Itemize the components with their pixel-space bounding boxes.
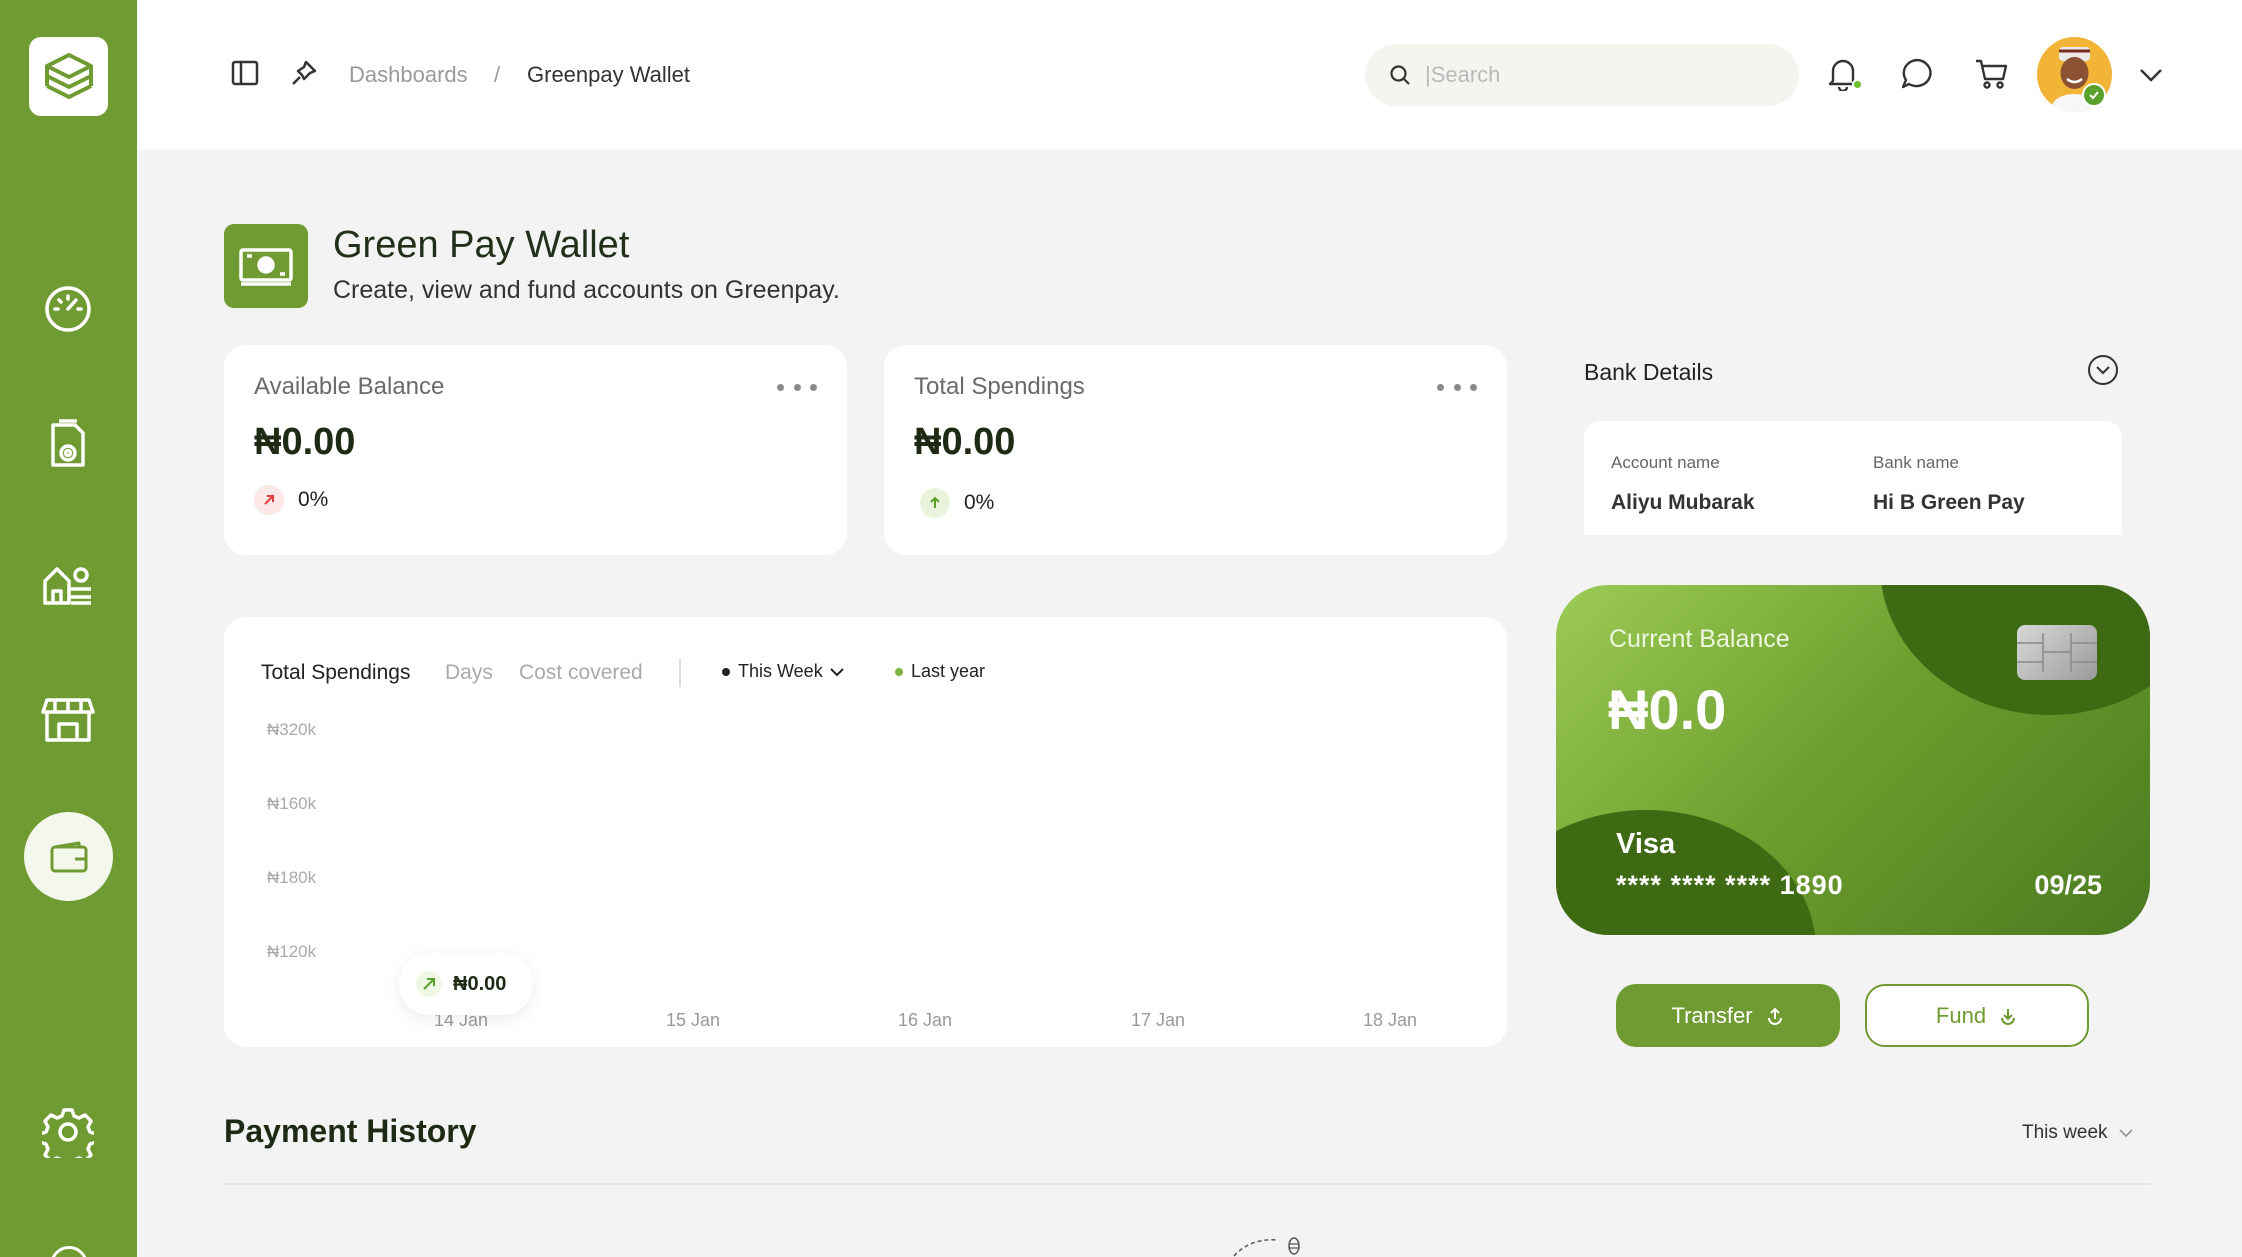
- tab-cost-covered[interactable]: Cost covered: [519, 661, 643, 685]
- divider: [224, 1183, 2150, 1185]
- transfer-label: Transfer: [1671, 1002, 1753, 1028]
- card-brand: Visa: [1616, 828, 1676, 860]
- chevron-down-icon: [829, 667, 844, 676]
- fund-button[interactable]: Fund: [1865, 984, 2089, 1047]
- tab-days[interactable]: Days: [445, 661, 493, 685]
- empty-state-bee-icon: [1233, 1237, 1300, 1257]
- card-balance-label: Current Balance: [1609, 625, 1790, 653]
- trend-up-icon: [416, 971, 442, 997]
- stat-trend: 0%: [920, 488, 994, 518]
- search-input[interactable]: [1425, 62, 1765, 88]
- pin-icon[interactable]: [289, 58, 319, 88]
- app-logo-icon[interactable]: [29, 37, 108, 116]
- breadcrumb-current: Greenpay Wallet: [527, 62, 691, 87]
- stat-change: 0%: [964, 491, 995, 514]
- help-icon[interactable]: [50, 1246, 88, 1257]
- wallet-icon[interactable]: [24, 812, 113, 901]
- payment-history-title: Payment History: [224, 1113, 477, 1149]
- legend-last-year: Last year: [895, 661, 985, 682]
- breadcrumb-parent[interactable]: Dashboards: [349, 62, 468, 88]
- settings-document-icon[interactable]: [38, 415, 98, 475]
- page-subtitle: Create, view and fund accounts on Greenp…: [333, 276, 840, 304]
- cart-icon[interactable]: [1973, 56, 2009, 92]
- messages-icon[interactable]: [1899, 56, 1935, 92]
- y-tick: ₦320k: [267, 720, 317, 739]
- stat-value: ₦0.00: [914, 421, 1016, 463]
- stat-value: ₦0.00: [254, 421, 356, 463]
- bank-name-value: Hi B Green Pay: [1873, 491, 2025, 514]
- cash-icon: [224, 224, 308, 308]
- tab-divider: [679, 659, 681, 687]
- notification-bell-icon[interactable]: [1825, 56, 1863, 92]
- verified-badge-icon: [2082, 83, 2106, 107]
- x-tick: 15 Jan: [666, 1010, 721, 1030]
- chevron-down-icon: [2118, 1129, 2133, 1138]
- farm-icon[interactable]: [38, 553, 98, 613]
- account-name-label: Account name: [1611, 453, 1720, 472]
- x-tick: 16 Jan: [898, 1010, 953, 1030]
- store-icon[interactable]: [38, 689, 98, 749]
- card-expiry: 09/25: [2034, 870, 2102, 900]
- card-decoration: [1880, 585, 2150, 715]
- legend-last-year-label: Last year: [911, 661, 986, 681]
- bank-details-chevron-icon[interactable]: [2088, 355, 2118, 385]
- payment-history-filter[interactable]: This week: [2022, 1122, 2134, 1144]
- bank-details-card: Account name Aliyu Mubarak Bank name Hi …: [1584, 421, 2122, 535]
- notification-dot: [1852, 79, 1863, 90]
- search-icon: [1390, 65, 1410, 85]
- upload-icon: [1767, 1007, 1782, 1025]
- download-icon: [2001, 1008, 2016, 1025]
- stat-trend: 0%: [254, 485, 328, 515]
- sidebar: [0, 0, 137, 1257]
- transfer-button[interactable]: Transfer: [1616, 984, 1840, 1047]
- account-name-value: Aliyu Mubarak: [1611, 491, 1755, 514]
- breadcrumb-separator: /: [494, 62, 501, 87]
- available-balance-card: Available Balance ₦0.00 0%: [224, 345, 847, 555]
- settings-gear-icon[interactable]: [38, 1102, 98, 1162]
- more-options-icon[interactable]: [777, 373, 817, 401]
- period-select-label: This Week: [738, 661, 823, 681]
- trend-up-red-icon: [254, 485, 284, 515]
- y-tick: ₦120k: [267, 942, 317, 961]
- card-chip-icon: [2017, 625, 2097, 680]
- fund-label: Fund: [1935, 1002, 1987, 1028]
- search-bar: [1365, 44, 1799, 106]
- legend-dot-this-week: [722, 667, 730, 676]
- bank-name-label: Bank name: [1873, 453, 1959, 472]
- stat-change: 0%: [298, 488, 329, 511]
- x-tick: 18 Jan: [1363, 1010, 1418, 1030]
- sidebar-toggle-icon[interactable]: [230, 58, 260, 88]
- tab-total-spendings[interactable]: Total Spendings: [261, 661, 410, 685]
- bank-details-title: Bank Details: [1584, 359, 1714, 385]
- total-spendings-card: Total Spendings ₦0.00 0%: [884, 345, 1507, 555]
- x-tick: 17 Jan: [1131, 1010, 1186, 1030]
- balance-card: Current Balance ₦0.0 Visa **** **** ****…: [1556, 585, 2150, 935]
- page-title: Green Pay Wallet: [333, 224, 630, 266]
- y-tick: ₦160k: [267, 794, 317, 813]
- more-options-icon[interactable]: [1437, 373, 1477, 401]
- chart-tooltip: ₦0.00: [399, 953, 533, 1015]
- tooltip-value: ₦0.00: [453, 972, 507, 995]
- stat-label: Available Balance: [254, 373, 445, 400]
- top-bar: Dashboards / Greenpay Wallet: [137, 0, 2242, 150]
- legend-dot-last-year: [895, 667, 903, 676]
- arrow-up-green-icon: [920, 488, 950, 518]
- period-select[interactable]: This Week: [722, 661, 845, 682]
- card-number: **** **** **** 1890: [1616, 870, 1844, 900]
- card-balance-value: ₦0.0: [1608, 678, 1727, 741]
- stat-label: Total Spendings: [914, 373, 1085, 400]
- y-tick: ₦180k: [267, 868, 317, 887]
- profile-chevron-down-icon[interactable]: [2137, 62, 2165, 88]
- filter-label: This week: [2022, 1122, 2108, 1143]
- dashboard-speedometer-icon[interactable]: [38, 279, 98, 339]
